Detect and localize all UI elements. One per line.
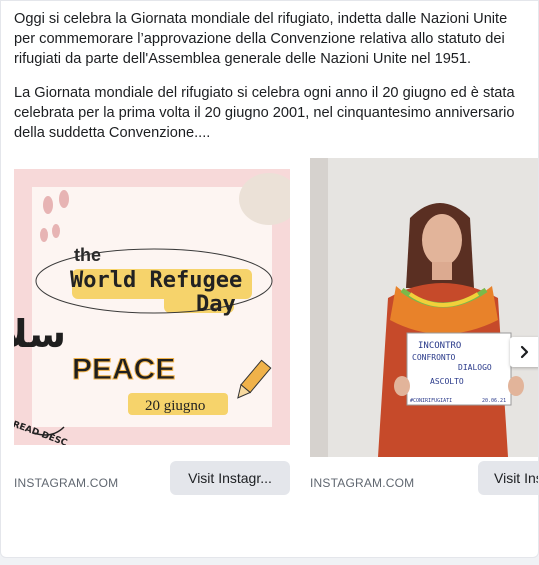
poster-arabic-text: سلام: [14, 312, 66, 357]
poster-illustration: the World Refugee Day سلام PEACE 20 giug…: [14, 169, 290, 445]
sign-line-3: DIALOGO: [458, 363, 492, 372]
world-refugee-day-poster-image[interactable]: the World Refugee Day سلام PEACE 20 giug…: [14, 169, 290, 445]
sign-line-4: ASCOLTO: [430, 377, 464, 386]
link-domain: INSTAGRAM.COM: [14, 476, 119, 490]
poster-title-line2: Day: [196, 292, 236, 317]
sign-footer-right: 20.06.21: [482, 398, 506, 404]
post-text: Oggi si celebra la Giornata mondiale del…: [14, 9, 526, 157]
chevron-right-icon: [520, 345, 529, 359]
carousel-next-button[interactable]: [510, 337, 538, 367]
post-card: Oggi si celebra la Giornata mondiale del…: [0, 0, 539, 558]
carousel-item-1[interactable]: the World Refugee Day سلام PEACE 20 giug…: [14, 158, 290, 498]
carousel-item-2[interactable]: INCONTRO CONFRONTO DIALOGO ASCOLTO #CONI…: [310, 158, 538, 498]
sign-line-2: CONFRONTO: [412, 353, 456, 362]
poster-title-line1: World Refugee: [70, 268, 242, 293]
visit-instagram-button[interactable]: Visit Ins: [478, 461, 538, 495]
woman-holding-sign-image[interactable]: INCONTRO CONFRONTO DIALOGO ASCOLTO #CONI…: [310, 158, 538, 457]
poster-date: 20 giugno: [145, 398, 205, 414]
photo-illustration: INCONTRO CONFRONTO DIALOGO ASCOLTO #CONI…: [310, 158, 538, 457]
link-carousel: the World Refugee Day سلام PEACE 20 giug…: [14, 158, 538, 503]
poster-the-text: the: [74, 245, 101, 265]
poster-peace-text: PEACE: [72, 353, 175, 386]
sign-footer-left: #CONIRIFUGIATI: [410, 398, 452, 404]
post-paragraph-2: La Giornata mondiale del rifugiato si ce…: [14, 85, 515, 141]
face-shape: [422, 214, 462, 266]
sign-line-1: INCONTRO: [418, 341, 461, 351]
post-paragraph-1: Oggi si celebra la Giornata mondiale del…: [14, 11, 508, 67]
visit-instagram-button[interactable]: Visit Instagr...: [170, 461, 290, 495]
link-domain: INSTAGRAM.COM: [310, 476, 415, 490]
